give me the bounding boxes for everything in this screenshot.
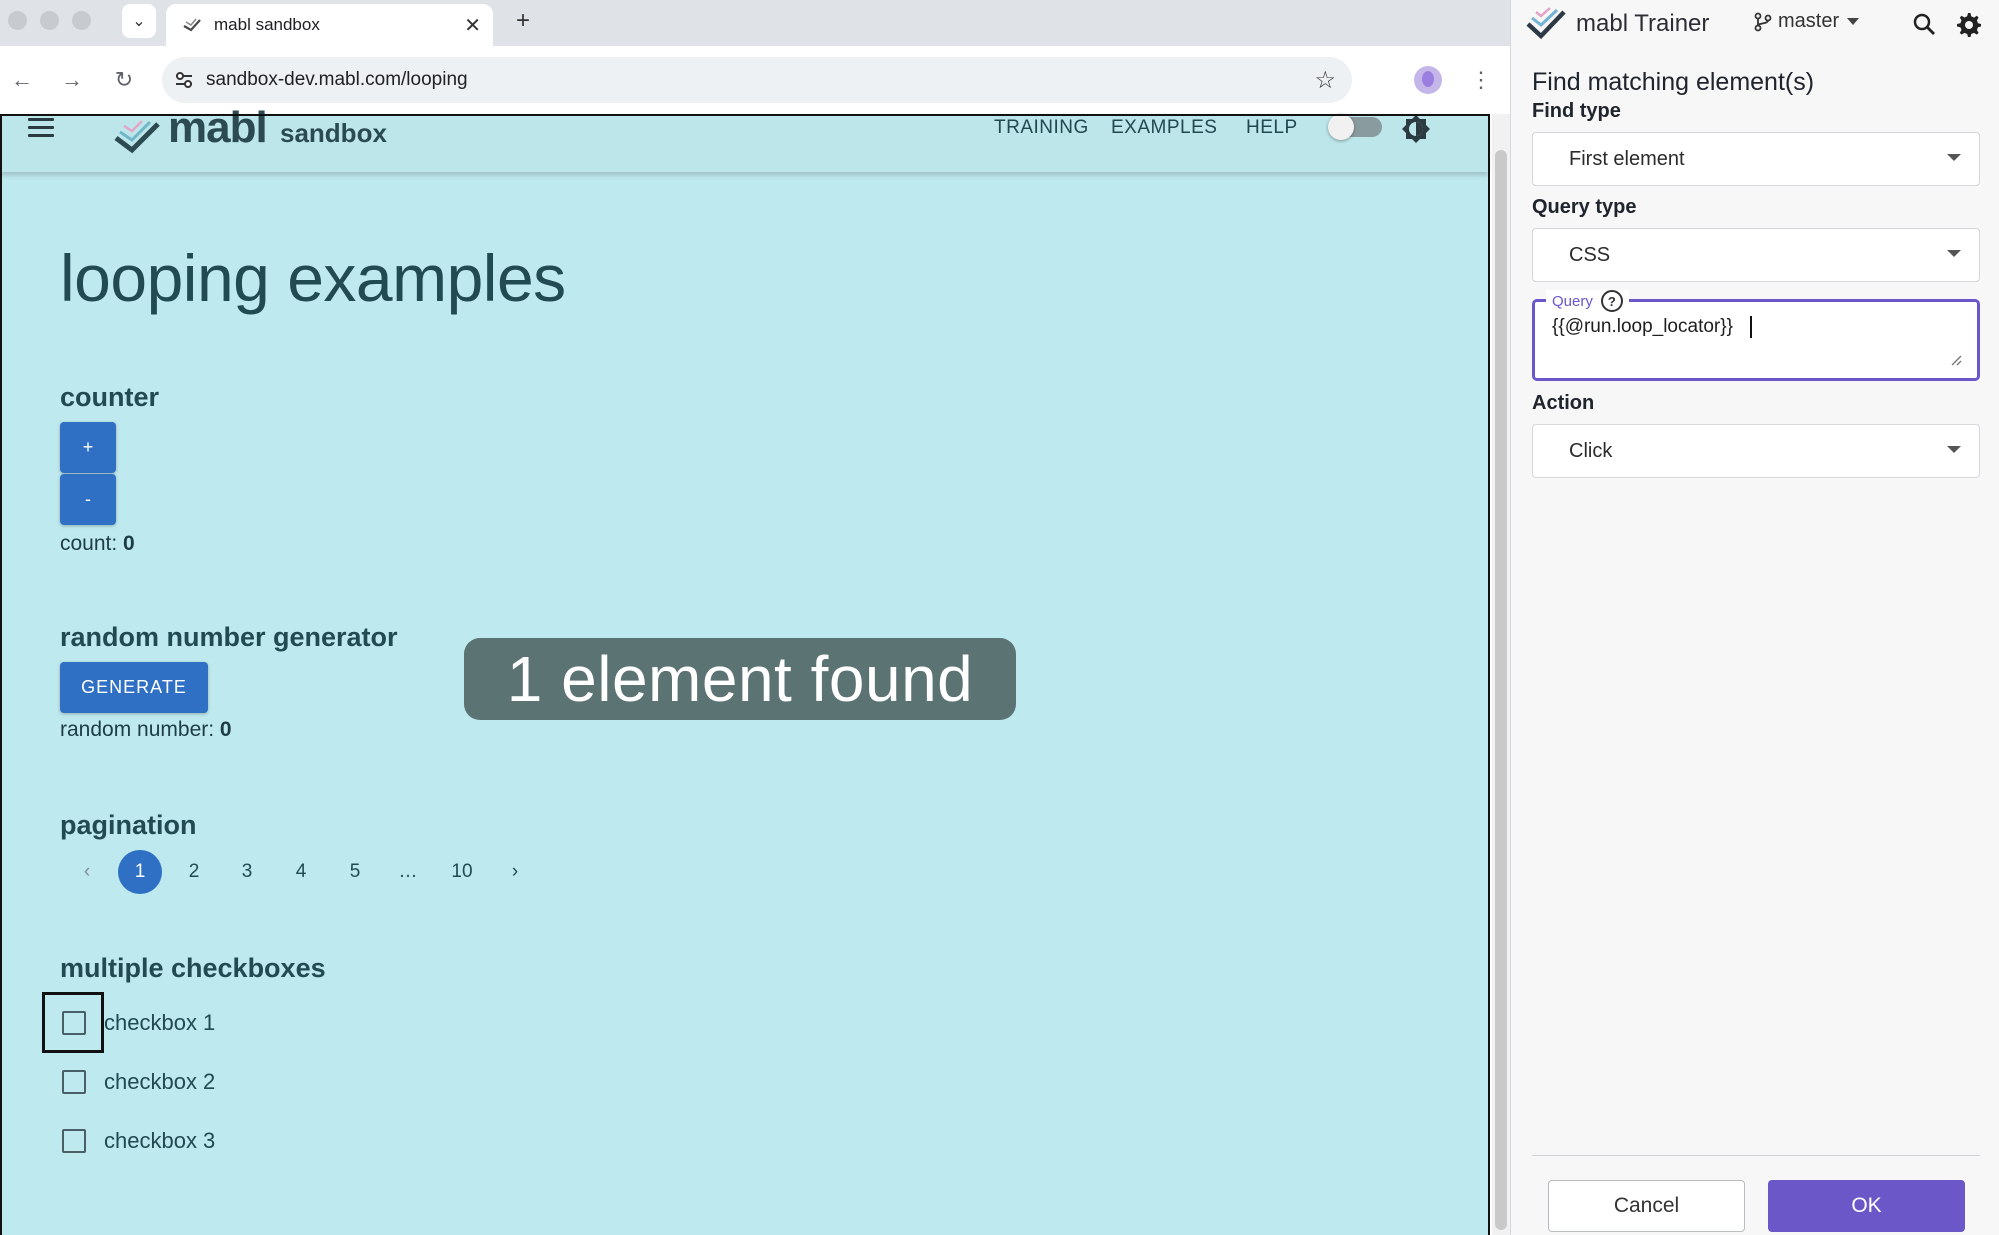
- checkboxes-heading: multiple checkboxes: [60, 953, 326, 983]
- page-scrollbar[interactable]: [1492, 114, 1510, 1235]
- query-value[interactable]: {{@run.loop_locator}}: [1552, 316, 1733, 338]
- reload-icon[interactable]: ↻: [110, 62, 138, 98]
- dropdown-arrow-icon: [1947, 250, 1961, 257]
- action-label: Action: [1532, 392, 1595, 414]
- pagination-heading: pagination: [60, 810, 197, 840]
- count-value: 0: [123, 532, 135, 555]
- pagination-next[interactable]: ›: [493, 850, 537, 894]
- query-field-legend: Query ?: [1546, 290, 1629, 312]
- cancel-button[interactable]: Cancel: [1548, 1180, 1745, 1232]
- pagination-page-5[interactable]: 5: [333, 850, 377, 894]
- help-icon[interactable]: ?: [1600, 290, 1623, 312]
- resize-handle-icon[interactable]: [1950, 354, 1962, 366]
- checkbox-3-label[interactable]: checkbox 3: [104, 1128, 215, 1154]
- find-type-select[interactable]: First element: [1532, 132, 1980, 186]
- page-title: looping examples: [60, 241, 566, 315]
- hamburger-icon[interactable]: [28, 118, 54, 138]
- window-close-dot[interactable]: [8, 11, 27, 30]
- find-type-value: First element: [1569, 147, 1685, 170]
- count-label: count:: [60, 532, 124, 555]
- elements-found-toast: 1 element found: [464, 638, 1016, 720]
- rng-heading: random number generator: [60, 622, 398, 652]
- kebab-icon[interactable]: ⋮: [1470, 64, 1492, 96]
- tab-title: mabl sandbox: [214, 15, 320, 34]
- checkbox-2[interactable]: [62, 1070, 86, 1094]
- back-icon[interactable]: ←: [8, 62, 36, 98]
- chevron-down-icon: [1847, 18, 1860, 25]
- pagination-page-3[interactable]: 3: [225, 850, 269, 894]
- nav-training[interactable]: TRAINING: [994, 117, 1089, 139]
- generate-button[interactable]: GENERATE: [60, 662, 208, 713]
- query-type-value: CSS: [1569, 243, 1611, 266]
- checkbox-2-label[interactable]: checkbox 2: [104, 1069, 215, 1095]
- window-minimize-dot[interactable]: [40, 11, 59, 30]
- action-value: Click: [1569, 439, 1613, 462]
- mabl-logo-icon: [114, 120, 160, 154]
- dropdown-arrow-icon: [1947, 154, 1961, 161]
- query-type-select[interactable]: CSS: [1532, 228, 1980, 282]
- new-tab-plus-icon[interactable]: +: [506, 4, 540, 38]
- text-caret: [1750, 316, 1752, 338]
- checkbox-1[interactable]: [62, 1011, 86, 1035]
- increment-button[interactable]: +: [60, 422, 116, 473]
- pagination-page-4[interactable]: 4: [279, 850, 323, 894]
- star-icon[interactable]: ☆: [1314, 66, 1336, 95]
- address-bar[interactable]: sandbox-dev.mabl.com/looping ☆: [162, 57, 1352, 103]
- branch-selector[interactable]: master: [1754, 10, 1860, 33]
- find-type-label: Find type: [1532, 100, 1621, 122]
- random-number-text: random number: 0: [60, 718, 232, 742]
- theme-toggle-icon[interactable]: [1400, 113, 1432, 145]
- close-icon[interactable]: ✕: [464, 13, 481, 38]
- checkbox-3[interactable]: [62, 1129, 86, 1153]
- counter-heading: counter: [60, 382, 160, 412]
- profile-icon[interactable]: [1414, 66, 1442, 94]
- footer-divider: [1532, 1155, 1980, 1156]
- trainer-title: mabl Trainer: [1576, 10, 1710, 37]
- action-select[interactable]: Click: [1532, 424, 1980, 478]
- random-number-label: random number:: [60, 718, 220, 741]
- tab-search-chevron-down-icon[interactable]: ⌄: [122, 4, 156, 38]
- trainer-logo-icon: [1526, 7, 1566, 40]
- search-icon[interactable]: [1910, 10, 1938, 38]
- dropdown-arrow-icon: [1947, 446, 1961, 453]
- panel-heading: Find matching element(s): [1532, 68, 1815, 96]
- mabl-favicon-icon: [182, 15, 202, 35]
- pagination-page-1[interactable]: 1: [118, 850, 162, 894]
- site-settings-icon[interactable]: [162, 71, 206, 89]
- nav-help[interactable]: HELP: [1246, 117, 1298, 139]
- ok-button[interactable]: OK: [1768, 1180, 1965, 1232]
- query-label: Query: [1552, 292, 1593, 310]
- random-number-value: 0: [219, 718, 232, 741]
- dark-mode-toggle[interactable]: [1328, 114, 1382, 140]
- gear-icon[interactable]: [1954, 10, 1982, 38]
- branch-icon: [1754, 12, 1772, 31]
- branch-name: master: [1778, 10, 1840, 32]
- decrement-button[interactable]: -: [60, 474, 116, 525]
- pagination-prev[interactable]: ‹: [65, 850, 109, 894]
- count-text: count: 0: [60, 532, 135, 556]
- pagination-ellipsis: …: [398, 861, 418, 882]
- url-text: sandbox-dev.mabl.com/looping: [206, 69, 468, 90]
- scrollbar-thumb[interactable]: [1495, 150, 1507, 1230]
- checkbox-1-label[interactable]: checkbox 1: [104, 1010, 215, 1036]
- logo-subtitle: sandbox: [280, 118, 387, 148]
- nav-examples[interactable]: EXAMPLES: [1111, 117, 1217, 139]
- forward-icon[interactable]: →: [58, 62, 86, 98]
- query-type-label: Query type: [1532, 196, 1637, 218]
- logo-text: mabl: [168, 103, 268, 152]
- pagination-page-10[interactable]: 10: [440, 850, 484, 894]
- browser-tab[interactable]: mabl sandbox ✕: [166, 4, 493, 46]
- window-maximize-dot[interactable]: [72, 11, 91, 30]
- pagination-page-2[interactable]: 2: [172, 850, 216, 894]
